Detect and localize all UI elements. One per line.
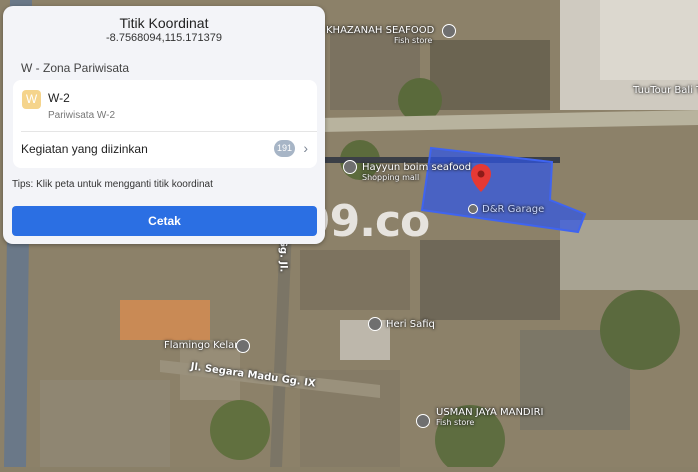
place-label[interactable]: D&R Garage xyxy=(482,204,544,215)
zone-heading: W - Zona Pariwisata xyxy=(21,61,130,75)
coordinates-value: -8.7568094,115.171379 xyxy=(105,32,222,44)
panel-title: Titik Koordinat xyxy=(119,15,209,31)
place-pin-icon[interactable] xyxy=(442,24,456,38)
tip-text: Tips: Klik peta untuk mengganti titik ko… xyxy=(12,179,213,190)
place-label[interactable]: Heri Safiq xyxy=(386,319,435,330)
zone-code: W-2 xyxy=(48,91,70,105)
zone-card: W W-2 Pariwisata W-2 Kegiatan yang diizi… xyxy=(13,80,317,168)
divider xyxy=(21,131,317,132)
place-label[interactable]: Hayyun boim seafood Shopping mall xyxy=(362,162,471,182)
place-label[interactable]: Flamingo Kelan xyxy=(164,340,241,351)
zone-name: Pariwisata W-2 xyxy=(48,110,116,121)
place-label[interactable]: TuuTour Bali T xyxy=(633,85,698,96)
allowed-activities-label: Kegiatan yang diizinkan xyxy=(21,142,148,156)
place-pin-icon[interactable] xyxy=(236,339,250,353)
chevron-right-icon: › xyxy=(303,140,308,156)
print-button[interactable]: Cetak xyxy=(12,206,317,236)
activities-count-badge: 191 xyxy=(274,140,295,157)
coordinate-panel: Titik Koordinat -8.7568094,115.171379 W … xyxy=(3,6,325,244)
place-pin-icon[interactable] xyxy=(368,317,382,331)
place-pin-icon[interactable] xyxy=(416,414,430,428)
place-pin-icon[interactable] xyxy=(468,204,478,214)
zone-badge-icon: W xyxy=(22,90,41,109)
place-pin-icon[interactable] xyxy=(343,160,357,174)
place-label[interactable]: KHAZANAH SEAFOOD Fish store xyxy=(326,25,434,45)
place-label[interactable]: USMAN JAYA MANDIRI Fish store xyxy=(436,407,543,427)
allowed-activities-row[interactable]: Kegiatan yang diizinkan 191 › xyxy=(13,133,317,168)
location-marker-icon[interactable] xyxy=(470,163,492,193)
